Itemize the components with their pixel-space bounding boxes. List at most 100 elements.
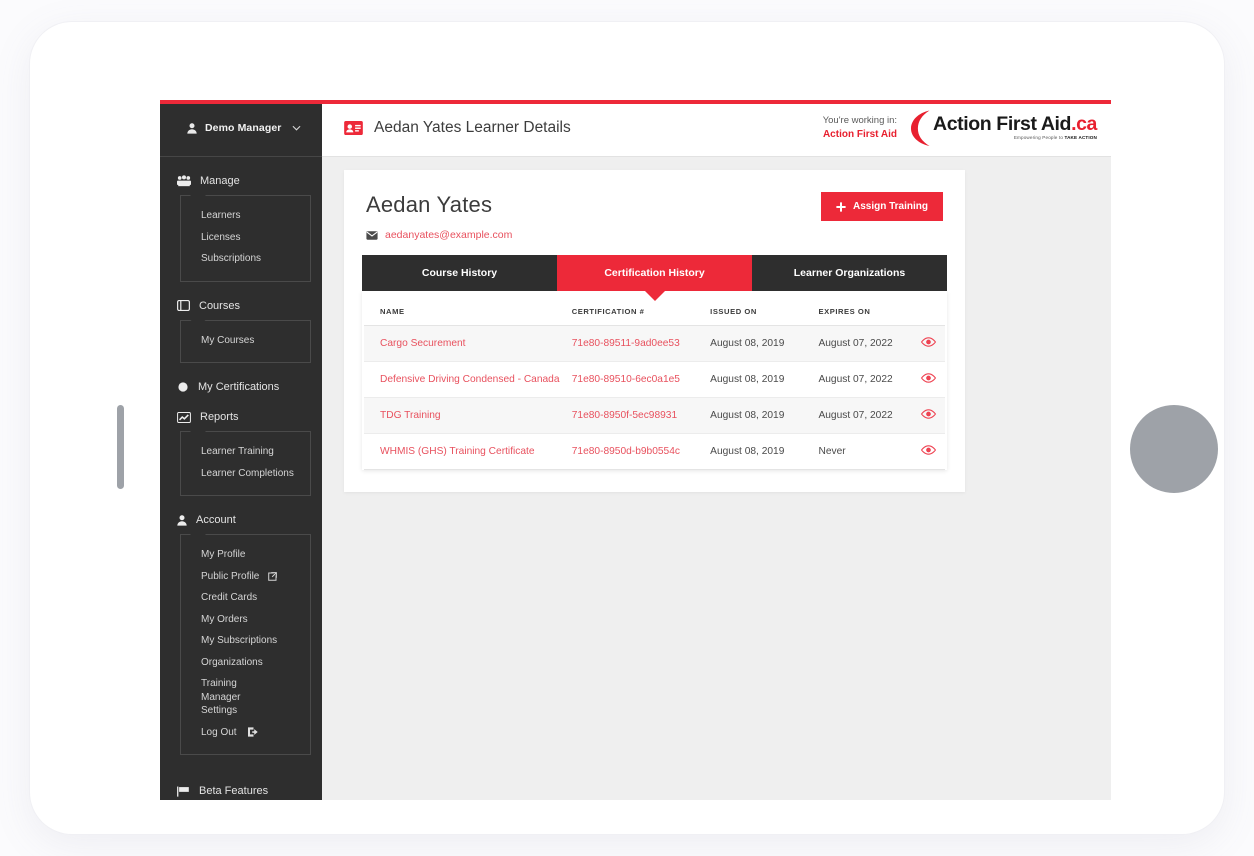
working-in-label: You're working in: — [822, 114, 898, 126]
sidebar-submenu-account: My Profile Public Profile Credit Cards M… — [180, 534, 311, 755]
certification-name-link[interactable]: TDG Training — [380, 410, 441, 421]
sign-out-icon — [247, 727, 259, 737]
brand-tagline-strong: TAKE ACTION — [1064, 134, 1097, 140]
sidebar-subitem-learners[interactable]: Learners — [181, 205, 310, 227]
cell-certification: 71e80-8950f-5ec98931 — [565, 397, 705, 434]
learner-details-card: Aedan Yates aedanyates@example.com Assig… — [344, 170, 965, 492]
cell-issued-on: August 08, 2019 — [704, 325, 813, 362]
sidebar-user-menu[interactable]: Demo Manager — [160, 100, 322, 157]
sidebar-user-name: Demo Manager — [205, 122, 282, 134]
tab-learner-organizations[interactable]: Learner Organizations — [752, 255, 947, 291]
certifications-table-card: NAME CERTIFICATION # ISSUED ON EXPIRES O… — [362, 291, 947, 470]
cell-certification: 71e80-8950d-b9b0554c — [565, 433, 705, 470]
certification-name-link[interactable]: Defensive Driving Condensed - Canada — [380, 374, 560, 385]
certification-name-link[interactable]: Cargo Securement — [380, 338, 466, 349]
sidebar-subitem-organizations[interactable]: Organizations — [181, 652, 310, 674]
eye-icon — [920, 337, 936, 347]
cell-actions — [911, 325, 945, 362]
id-card-icon — [344, 121, 363, 135]
cell-expires-on: August 07, 2022 — [812, 325, 912, 362]
sidebar-subitem-label: My Subscriptions — [201, 635, 278, 646]
table-row: WHMIS (GHS) Training Certificate 71e80-8… — [364, 433, 945, 470]
sidebar-subitem-my-courses[interactable]: My Courses — [181, 330, 310, 352]
sidebar-bottom-group: Beta Features Stop Impersonating — [160, 777, 322, 800]
sidebar-subitem-label: My Profile — [201, 549, 246, 560]
assign-training-label: Assign Training — [852, 201, 928, 212]
cell-issued-on: August 08, 2019 — [704, 397, 813, 434]
cell-actions — [911, 433, 945, 470]
cell-issued-on: August 08, 2019 — [704, 433, 813, 470]
learner-email-row: aedanyates@example.com — [366, 229, 943, 241]
cell-certification: 71e80-89510-6ec0a1e5 — [565, 361, 705, 398]
certificate-icon — [177, 381, 189, 393]
sidebar-item-courses[interactable]: Courses — [160, 292, 322, 320]
sidebar-subitem-my-subscriptions[interactable]: My Subscriptions — [181, 630, 310, 652]
sidebar-item-label: Manage — [200, 175, 240, 187]
cell-issued-on: August 08, 2019 — [704, 361, 813, 398]
card-header: Aedan Yates aedanyates@example.com Assig… — [344, 170, 965, 241]
table-row: Cargo Securement 71e80-89511-9ad0ee53 Au… — [364, 325, 945, 362]
cell-expires-on: August 07, 2022 — [812, 397, 912, 434]
view-certificate-button[interactable] — [920, 445, 936, 455]
chevron-down-icon — [292, 125, 301, 131]
cell-actions — [911, 361, 945, 398]
view-certificate-button[interactable] — [920, 373, 936, 383]
user-icon — [177, 514, 187, 526]
sidebar-subitem-credit-cards[interactable]: Credit Cards — [181, 587, 310, 609]
brand-tagline: Empowering People to TAKE ACTION — [933, 134, 1097, 141]
envelope-icon — [366, 230, 378, 240]
cell-name: Defensive Driving Condensed - Canada — [364, 361, 566, 398]
sidebar-group-manage: Manage Learners Licenses Subscriptions — [160, 167, 322, 282]
brand-swoosh-icon — [911, 110, 930, 146]
cell-certification: 71e80-89511-9ad0ee53 — [565, 325, 705, 362]
view-certificate-button[interactable] — [920, 337, 936, 347]
sidebar-subitem-label: Learner Completions — [201, 467, 294, 479]
table-row: Defensive Driving Condensed - Canada 71e… — [364, 361, 945, 398]
sidebar-subitem-learner-training[interactable]: Learner Training — [181, 441, 310, 463]
book-icon — [177, 300, 190, 311]
brand-name-suffix: .ca — [1071, 113, 1097, 136]
brand-text: Action First Aid.ca Empowering People to… — [933, 115, 1097, 140]
sidebar-subitem-my-profile[interactable]: My Profile — [181, 544, 310, 566]
brand-logo[interactable]: Action First Aid.ca Empowering People to… — [909, 109, 1099, 147]
app-screen: Demo Manager Manage Learners Licenses Su… — [160, 100, 1111, 800]
cell-name: WHMIS (GHS) Training Certificate — [364, 433, 566, 470]
sidebar-subitem-subscriptions[interactable]: Subscriptions — [181, 248, 310, 270]
sidebar-subitem-label: Learners — [201, 210, 241, 221]
sidebar-item-account[interactable]: Account — [160, 506, 322, 534]
tab-course-history[interactable]: Course History — [362, 255, 557, 291]
sidebar-item-manage[interactable]: Manage — [160, 167, 322, 195]
working-in-indicator: You're working in: Action First Aid — [823, 114, 897, 142]
sidebar-group-reports: Reports Learner Training Learner Complet… — [160, 403, 322, 496]
sidebar-subitem-licenses[interactable]: Licenses — [181, 227, 310, 249]
view-certificate-button[interactable] — [920, 409, 936, 419]
learner-email-link[interactable]: aedanyates@example.com — [385, 229, 512, 241]
sidebar-item-my-certifications[interactable]: My Certifications — [160, 373, 322, 401]
column-header-issued-on: ISSUED ON — [704, 291, 813, 326]
tab-certification-history[interactable]: Certification History — [557, 255, 752, 291]
device-home-button[interactable] — [1130, 405, 1218, 493]
sidebar-subitem-label: Organizations — [201, 656, 263, 668]
sidebar-subitem-training-manager-settings[interactable]: Training Manager Settings — [181, 673, 277, 722]
assign-training-button[interactable]: Assign Training — [820, 192, 943, 221]
page-title: Aedan Yates Learner Details — [374, 119, 571, 136]
sidebar-group-certifications: My Certifications — [160, 373, 322, 401]
certification-name-link[interactable]: WHMIS (GHS) Training Certificate — [380, 446, 535, 457]
sidebar-subitem-label: Licenses — [201, 231, 241, 243]
sidebar-subitem-public-profile[interactable]: Public Profile — [181, 566, 310, 588]
cell-expires-on: Never — [812, 433, 912, 470]
sidebar-item-beta-features[interactable]: Beta Features — [160, 777, 322, 800]
cell-expires-on: August 07, 2022 — [812, 361, 912, 398]
sidebar-subitem-label: Learner Training — [201, 446, 274, 457]
sidebar-subitem-log-out[interactable]: Log Out — [181, 722, 310, 744]
page-title-wrap: Aedan Yates Learner Details — [344, 119, 571, 137]
sidebar-subitem-learner-completions[interactable]: Learner Completions — [181, 463, 310, 485]
sidebar-group-account: Account My Profile Public Profile Credit… — [160, 506, 322, 755]
sidebar-subitem-my-orders[interactable]: My Orders — [181, 609, 310, 631]
brand-name-main: Action First Aid — [933, 113, 1072, 136]
sidebar-item-label: Account — [196, 514, 236, 526]
cell-name: TDG Training — [364, 397, 566, 434]
sidebar-item-reports[interactable]: Reports — [160, 403, 322, 431]
flag-icon — [177, 786, 190, 797]
tablet-device-frame: Demo Manager Manage Learners Licenses Su… — [30, 22, 1224, 834]
